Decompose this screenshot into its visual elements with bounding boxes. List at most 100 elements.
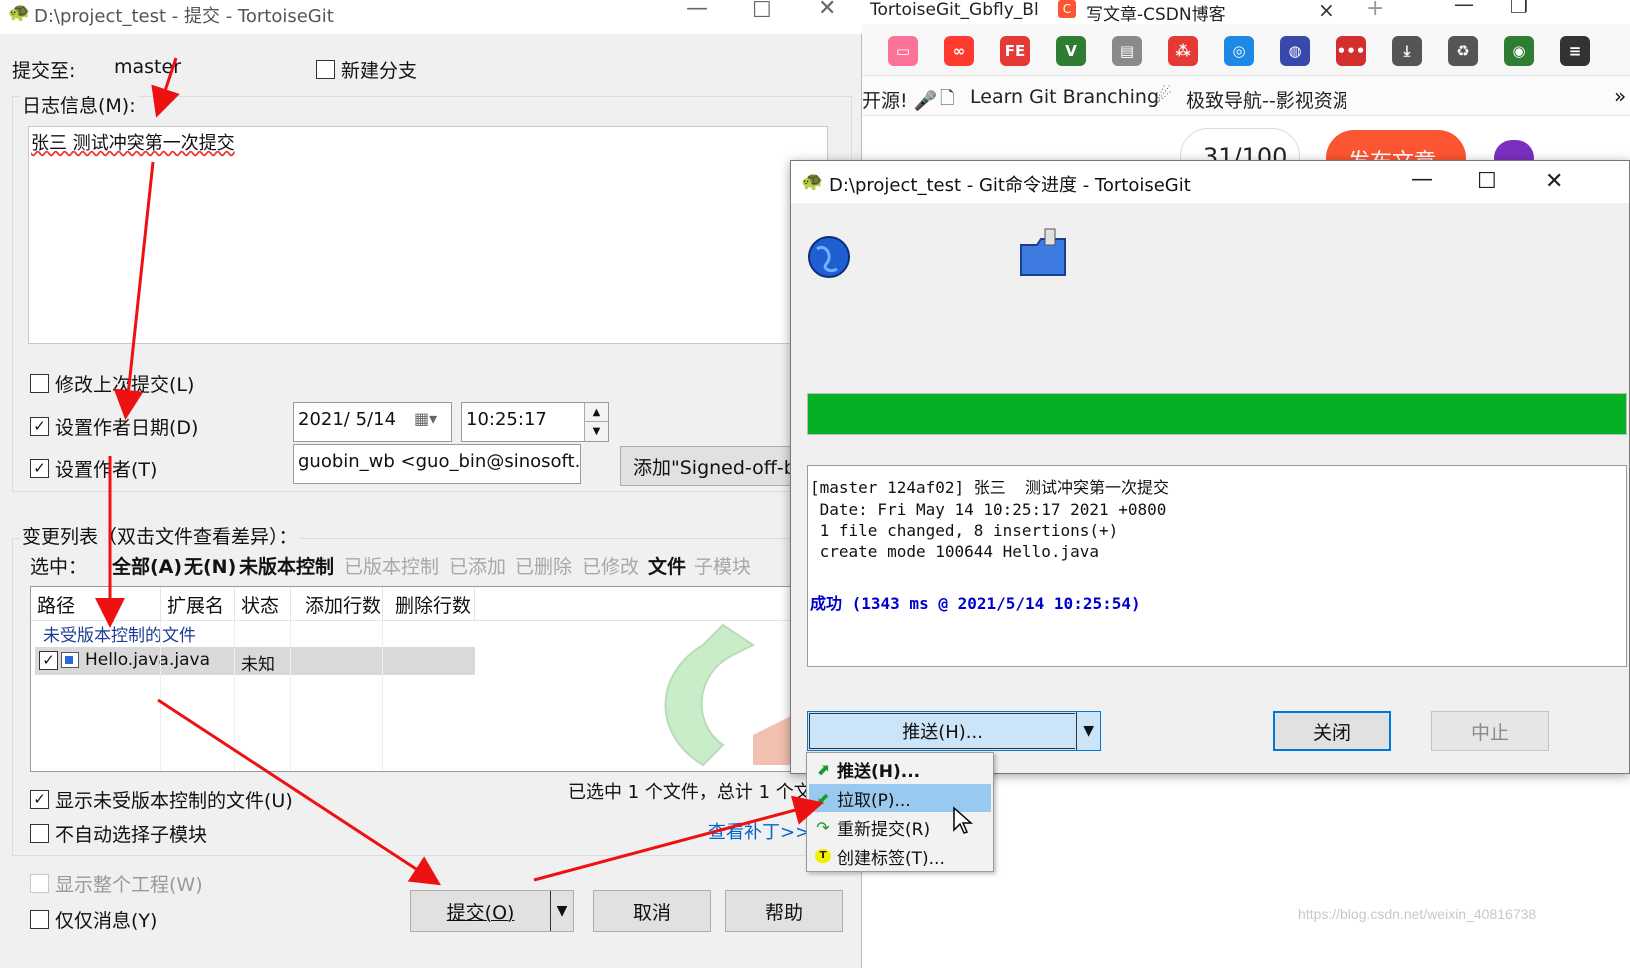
set-author-date-checkbox[interactable]: ✓ 设置作者日期(D) [30,413,198,440]
maximize-icon[interactable]: ☐ [1477,169,1497,194]
set-author-checkbox[interactable]: ✓ 设置作者(T) [30,455,157,482]
filter-deleted[interactable]: 已删除 [515,552,572,579]
window-title: D:\project_test - Git命令进度 - TortoiseGit [829,175,1191,196]
column-deleted-lines[interactable]: 删除行数 [383,587,475,621]
column-added-lines[interactable]: 添加行数 [291,587,383,621]
java-file-icon [61,652,79,668]
browser-tab-active[interactable]: C 写文章-CSDN博客 × [1050,0,1520,24]
time-value: 10:25:17 [466,409,547,430]
globe-icon[interactable]: ◉ [1504,36,1534,66]
bilibili-icon[interactable]: ▭ [888,36,918,66]
file-list[interactable]: 路径 扩展名 状态 添加行数 删除行数 未受版本控制的文件 ✓ Hello.ja… [30,586,830,772]
calendar-dropdown-icon[interactable]: ▦▾ [414,409,437,428]
infinity-icon[interactable]: ∞ [944,36,974,66]
vue-icon[interactable]: V [1056,36,1086,66]
menu-item-push[interactable]: ⬈ 推送(H)... [809,755,991,783]
push-button[interactable]: 推送(H)... [809,713,1076,749]
menu-item-create-tag[interactable]: T 创建标签(T)... [809,842,991,870]
more-icon[interactable]: ≡ [1560,36,1590,66]
browser-tab[interactable]: TortoiseGit_Gbfly_Bl [870,0,1040,24]
chevron-down-icon[interactable]: ▼ [1076,712,1100,750]
column-label: 添加行数 [305,594,382,617]
tag-badge: T [815,849,831,863]
spin-up-icon[interactable]: ▲ [584,403,608,422]
no-auto-submodule-label: 不自动选择子模块 [55,824,208,846]
no-auto-submodule-checkbox[interactable]: 不自动选择子模块 [30,820,207,847]
checkbox-box[interactable] [30,374,49,393]
restore-icon[interactable]: ❐ [1510,0,1528,18]
abort-button[interactable]: 中止 [1431,711,1549,751]
bookmarks-more[interactable]: » [1614,84,1626,108]
filter-unversioned[interactable]: 未版本控制 [239,552,334,579]
chevron-down-icon[interactable]: ▼ [551,903,573,919]
bookmark-learn-git-branching[interactable]: Learn Git Branching [970,86,1159,108]
commit-message-editor[interactable]: 张三 测试冲突第一次提交 [28,126,828,344]
filter-all[interactable]: 全部(A) [112,552,182,579]
column-divider [382,621,383,771]
filter-none[interactable]: 无(N) [184,552,236,579]
checkbox-box[interactable] [30,874,49,893]
close-button[interactable]: 关闭 [1273,711,1391,751]
bookmark-item[interactable]: 极致导航--影视资源! [1186,86,1346,113]
network-icon[interactable]: ⁂ [1168,36,1198,66]
cancel-button[interactable]: 取消 [593,890,711,932]
file-status: 未知 [241,655,275,675]
dots-icon[interactable]: ••• [1336,36,1366,66]
download-icon[interactable]: ⤓ [1392,36,1422,66]
column-path[interactable]: 路径 [31,587,161,621]
mouse-cursor-icon [953,806,973,834]
commit-to-label: 提交至: [12,60,76,82]
checkbox-box[interactable]: ✓ [30,459,49,478]
help-button[interactable]: 帮助 [725,890,843,932]
filter-versioned[interactable]: 已版本控制 [344,552,439,579]
checkbox-box[interactable] [30,824,49,843]
amend-checkbox[interactable]: 修改上次提交(L) [30,370,194,397]
minimize-icon[interactable]: — [1411,167,1433,192]
time-picker[interactable]: 10:25:17 ▲ ▼ [461,402,609,442]
commit-button[interactable]: 提交(O) [411,898,550,925]
minimize-icon[interactable]: — [686,0,708,21]
column-status[interactable]: 状态 [235,587,291,621]
author-value: guobin_wb <guo_bin@sinosoft.com [298,451,581,472]
maximize-icon[interactable]: ☐ [752,0,772,23]
show-whole-project-label: 显示整个工程(W) [55,874,203,896]
page-icon: 🗋 [940,88,955,109]
signed-off-by-button[interactable]: 添加"Signed-off-by" [620,446,810,486]
log-line: create mode 100644 Hello.java [810,542,1099,561]
checkbox-box[interactable] [30,910,49,929]
filter-submodule[interactable]: 子模块 [694,552,751,579]
search-globe-icon[interactable]: ◍ [1280,36,1310,66]
minimize-icon[interactable]: — [1454,0,1474,16]
close-icon[interactable]: ✕ [818,0,836,21]
new-branch-checkbox[interactable]: 新建分支 [316,56,417,83]
push-split-button[interactable]: 推送(H)... ▼ [807,711,1101,751]
filter-modified[interactable]: 已修改 [582,552,639,579]
checkbox-box[interactable]: ✓ [30,790,49,809]
close-icon[interactable]: × [1318,0,1335,22]
row-checkbox[interactable]: ✓ [39,651,58,670]
bookmark-item[interactable]: 开源! 🎤 [862,86,937,113]
date-picker[interactable]: 2021/ 5/14 ▦▾ [293,402,452,442]
recycle-icon[interactable]: ♻ [1448,36,1478,66]
view-patch-link[interactable]: 查看补丁>> [708,818,810,844]
chat-icon[interactable]: ◎ [1224,36,1254,66]
filter-file[interactable]: 文件 [648,552,686,579]
show-whole-project-checkbox[interactable]: 显示整个工程(W) [30,870,203,897]
message-only-checkbox[interactable]: 仅仅消息(Y) [30,906,157,933]
show-unversioned-checkbox[interactable]: ✓ 显示未受版本控制的文件(U) [30,786,293,813]
new-tab-button[interactable]: + [1366,0,1384,21]
fe-icon[interactable]: FE [1000,36,1030,66]
checkbox-box[interactable]: ✓ [30,417,49,436]
table-row[interactable]: ✓ Hello.java .java 未知 [35,647,475,675]
checkbox-box[interactable] [316,60,335,79]
message-only-label: 仅仅消息(Y) [55,910,158,932]
output-log[interactable]: [master 124af02] 张三 测试冲突第一次提交 Date: Fri … [807,465,1627,667]
commit-split-button[interactable]: 提交(O) ▼ [410,890,574,932]
briefcase-icon[interactable]: ▤ [1112,36,1142,66]
filter-added[interactable]: 已添加 [449,552,506,579]
column-label: 路径 [37,594,76,617]
author-field[interactable]: guobin_wb <guo_bin@sinosoft.com [293,444,581,484]
column-extension[interactable]: 扩展名 [161,587,235,621]
spin-down-icon[interactable]: ▼ [584,422,608,441]
close-icon[interactable]: ✕ [1545,169,1563,194]
